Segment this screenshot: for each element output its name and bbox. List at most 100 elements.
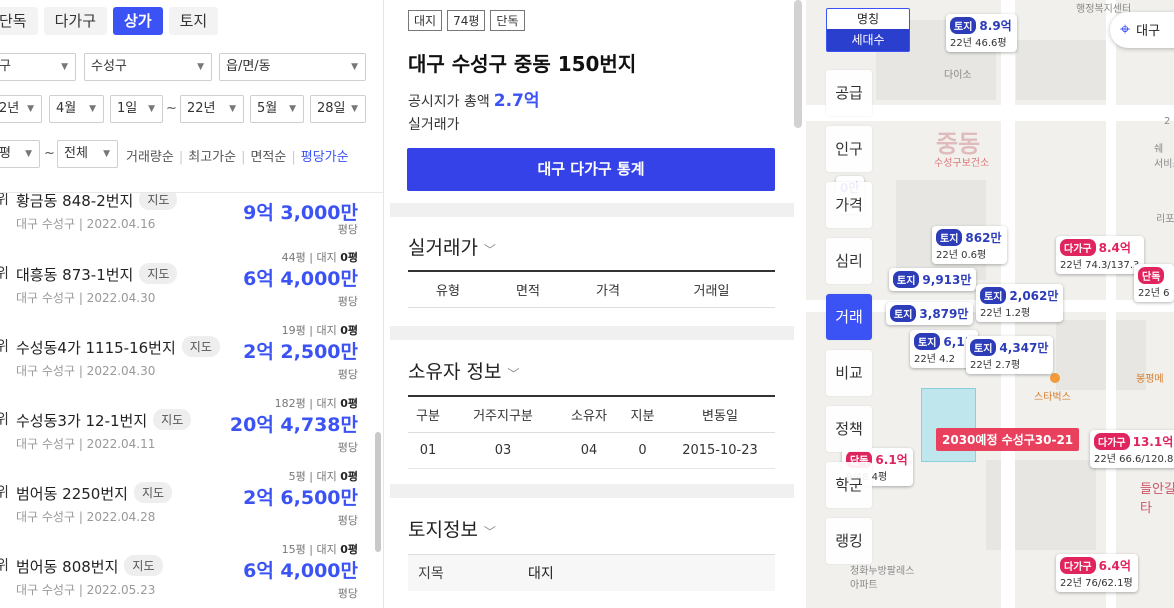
area-from-select[interactable]: 평 ▼ (0, 140, 40, 168)
crosshair-icon: ⌖ (1120, 19, 1131, 40)
map-label-daiso: 다이소 (944, 70, 972, 81)
side-tab-population[interactable]: 인구 (826, 126, 872, 172)
date-from-year-select[interactable]: 2년 ▼ (0, 95, 42, 123)
price-marker[interactable]: 토지 9,913만 (889, 268, 977, 291)
location-label: 대구 (1136, 24, 1161, 39)
listing-address: 범어동 808번지 지도 (16, 555, 163, 577)
price-marker[interactable]: 토지 8.9억 22년 46.6평 (946, 14, 1017, 52)
listing-location-date: 대구 수성구 | 2022.04.28 (16, 510, 156, 524)
rank-label: 위 (0, 336, 9, 356)
trade-header-type: 유형 (436, 284, 460, 299)
tab-sangga[interactable]: 상가 (113, 7, 163, 35)
land-value: 대지 (528, 566, 554, 582)
sort-by-area[interactable]: 면적순 (250, 150, 286, 165)
section-divider (390, 484, 794, 498)
side-tab-trade[interactable]: 거래 (826, 294, 872, 340)
listing-address: 황금동 848-2번지 지도 (16, 193, 178, 211)
date-to-year-select[interactable]: 22년 ▼ (180, 95, 244, 123)
side-tab-school[interactable]: 학군 (826, 462, 872, 508)
owner-cell: 01 (419, 443, 437, 458)
price-unit: 평당 (337, 441, 358, 454)
sort-options: 거래량순 | 최고가순 | 면적순 | 평당가순 (126, 150, 349, 165)
sort-by-max-price[interactable]: 최고가순 (188, 150, 236, 165)
legend-households: 세대수 (827, 29, 909, 51)
listing-price: 20억 4,738만 (229, 414, 358, 436)
map-view[interactable]: 행정복지센터 다이소 중동 수성구보건소 스타벅스 청화누방팔레스 아파트 들안… (806, 0, 1174, 608)
map-badge[interactable]: 지도 (153, 409, 192, 430)
region-dong-select[interactable]: 읍/면/동 ▼ (219, 53, 366, 81)
tab-dagagu[interactable]: 다가구 (43, 7, 108, 35)
region-city-select[interactable]: 구 ▼ (0, 53, 76, 81)
list-scrollbar[interactable] (375, 432, 381, 552)
map-badge[interactable]: 지도 (181, 336, 220, 357)
location-button[interactable]: ⌖ 대구 (1110, 12, 1174, 48)
side-tab-compare[interactable]: 비교 (826, 350, 872, 396)
listing-address: 범어동 2250번지 지도 (16, 482, 173, 504)
date-from-day-select[interactable]: 1일 ▼ (110, 95, 163, 123)
plan-label[interactable]: 2030예정 수성구30-21 (936, 428, 1080, 451)
region-dong-value: 읍/면/동 (226, 59, 271, 74)
listing-area-meta: 5평 | 대지 0평 (288, 470, 358, 483)
tab-danok[interactable]: 단독 (0, 7, 38, 35)
side-tab-price[interactable]: 가격 (826, 182, 872, 228)
chevron-down-icon: ﹀ (507, 367, 520, 381)
detail-scrollbar[interactable] (794, 0, 802, 128)
sort-by-volume[interactable]: 거래량순 (126, 150, 174, 165)
map-badge[interactable]: 지도 (139, 193, 178, 210)
property-type-tabs: 단독 다가구 상가 토지 (0, 7, 219, 35)
area-to-select[interactable]: 전체 ▼ (57, 140, 118, 168)
owner-cell: 04 (580, 443, 598, 458)
chevron-down-icon: ▼ (103, 149, 110, 159)
section-divider (390, 326, 794, 340)
map-badge[interactable]: 지도 (139, 263, 178, 284)
starbucks-pin-icon[interactable] (1050, 373, 1060, 383)
price-marker[interactable]: 다가구 6.4억 22년 76/62.1평 (1056, 554, 1138, 592)
price-marker[interactable]: 다가구 8.4억 22년 74.3/137.3 (1056, 236, 1145, 274)
list-item[interactable]: 위 범어동 808번지지도 대구 수성구 | 2022.05.23 15평 | … (0, 543, 372, 608)
map-legend[interactable]: 명칭 세대수 (826, 8, 910, 52)
owner-section-title[interactable]: 소유자 정보 ﹀ (408, 357, 519, 384)
table-row: 01 03 04 0 2015-10-23 (408, 433, 775, 469)
map-badge[interactable]: 지도 (133, 482, 173, 503)
date-to-day-select[interactable]: 28일 ▼ (310, 95, 366, 123)
map-block (1016, 40, 1116, 100)
land-label: 지목 (418, 566, 444, 582)
date-from-month-select[interactable]: 4월 ▼ (49, 95, 104, 123)
listing-address: 대흥동 873-1번지 지도 (16, 263, 178, 285)
chevron-down-icon: ▼ (289, 104, 296, 114)
listing-location-date: 대구 수성구 | 2022.05.23 (16, 583, 156, 597)
tab-toji[interactable]: 토지 (168, 7, 219, 35)
region-stats-button[interactable]: 대구 다가구 통계 (407, 148, 775, 191)
chevron-down-icon: ▼ (61, 62, 68, 72)
chevron-down-icon: ▼ (148, 104, 155, 114)
side-tab-sentiment[interactable]: 심리 (826, 238, 872, 284)
listing-address: 수성동3가 12-1번지 지도 (16, 409, 192, 431)
date-to-month-value: 5월 (257, 101, 278, 116)
price-marker[interactable]: 다가구 13.1억 22년 66.6/120.8 (1090, 430, 1174, 468)
sort-by-price-per-pyeong[interactable]: 평당가순 (301, 150, 349, 165)
trade-section-title[interactable]: 실거래가 ﹀ (408, 233, 496, 260)
price-marker[interactable]: 토지 3,879만 (886, 302, 974, 325)
trade-header-area: 면적 (516, 284, 540, 299)
property-detail-panel: 대지 74평 단독 대구 수성구 중동 150번지 공시지가 총액 2.7억 실거… (384, 0, 806, 608)
listing-price: 2억 6,500만 (243, 487, 358, 509)
chevron-down-icon: ﹀ (483, 243, 496, 257)
side-tab-ranking[interactable]: 랭킹 (826, 518, 872, 564)
date-to-month-select[interactable]: 5월 ▼ (250, 95, 304, 123)
price-marker[interactable]: 토지 2,062만 22년 1.2평 (976, 284, 1064, 322)
price-marker[interactable]: 토지 4,347만 22년 2.7평 (966, 336, 1054, 374)
region-district-select[interactable]: 수성구 ▼ (84, 53, 212, 81)
land-section-title[interactable]: 토지정보 ﹀ (408, 515, 496, 542)
price-marker[interactable]: 토지 862만 22년 0.6평 (932, 226, 1007, 264)
map-badge[interactable]: 지도 (124, 555, 163, 576)
chevron-down-icon: ▼ (25, 149, 32, 159)
rank-label: 위 (0, 409, 9, 429)
map-label-bongpyeong: 봉평메 (1136, 374, 1164, 385)
rank-label: 위 (0, 193, 9, 209)
owner-header-change-date: 변동일 (702, 409, 738, 424)
owner-header-category: 구분 (416, 409, 440, 424)
side-tab-supply[interactable]: 공급 (826, 70, 872, 116)
side-tab-policy[interactable]: 정책 (826, 406, 872, 452)
price-marker[interactable]: 단독 22년 6 (1134, 264, 1174, 302)
map-side-tabs: 공급 인구 가격 심리 거래 비교 정책 학군 랭킹 (826, 70, 872, 574)
